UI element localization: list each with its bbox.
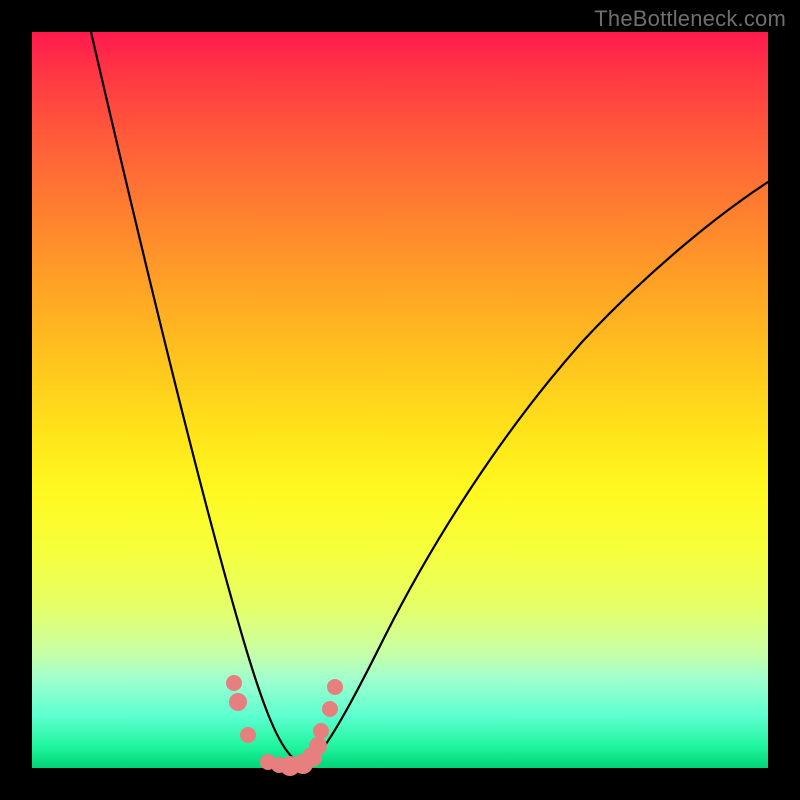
marker-dot <box>313 723 329 739</box>
bottleneck-markers <box>226 675 343 776</box>
plot-area <box>32 32 768 768</box>
marker-dot <box>322 701 338 717</box>
chart-frame: TheBottleneck.com <box>0 0 800 800</box>
marker-dot <box>226 675 242 691</box>
watermark-label: TheBottleneck.com <box>594 6 786 32</box>
marker-dot <box>229 693 247 711</box>
marker-dot <box>309 737 327 755</box>
curve-layer <box>32 32 768 768</box>
bottleneck-curve <box>91 32 768 763</box>
marker-dot <box>327 679 343 695</box>
marker-dot <box>240 727 256 743</box>
